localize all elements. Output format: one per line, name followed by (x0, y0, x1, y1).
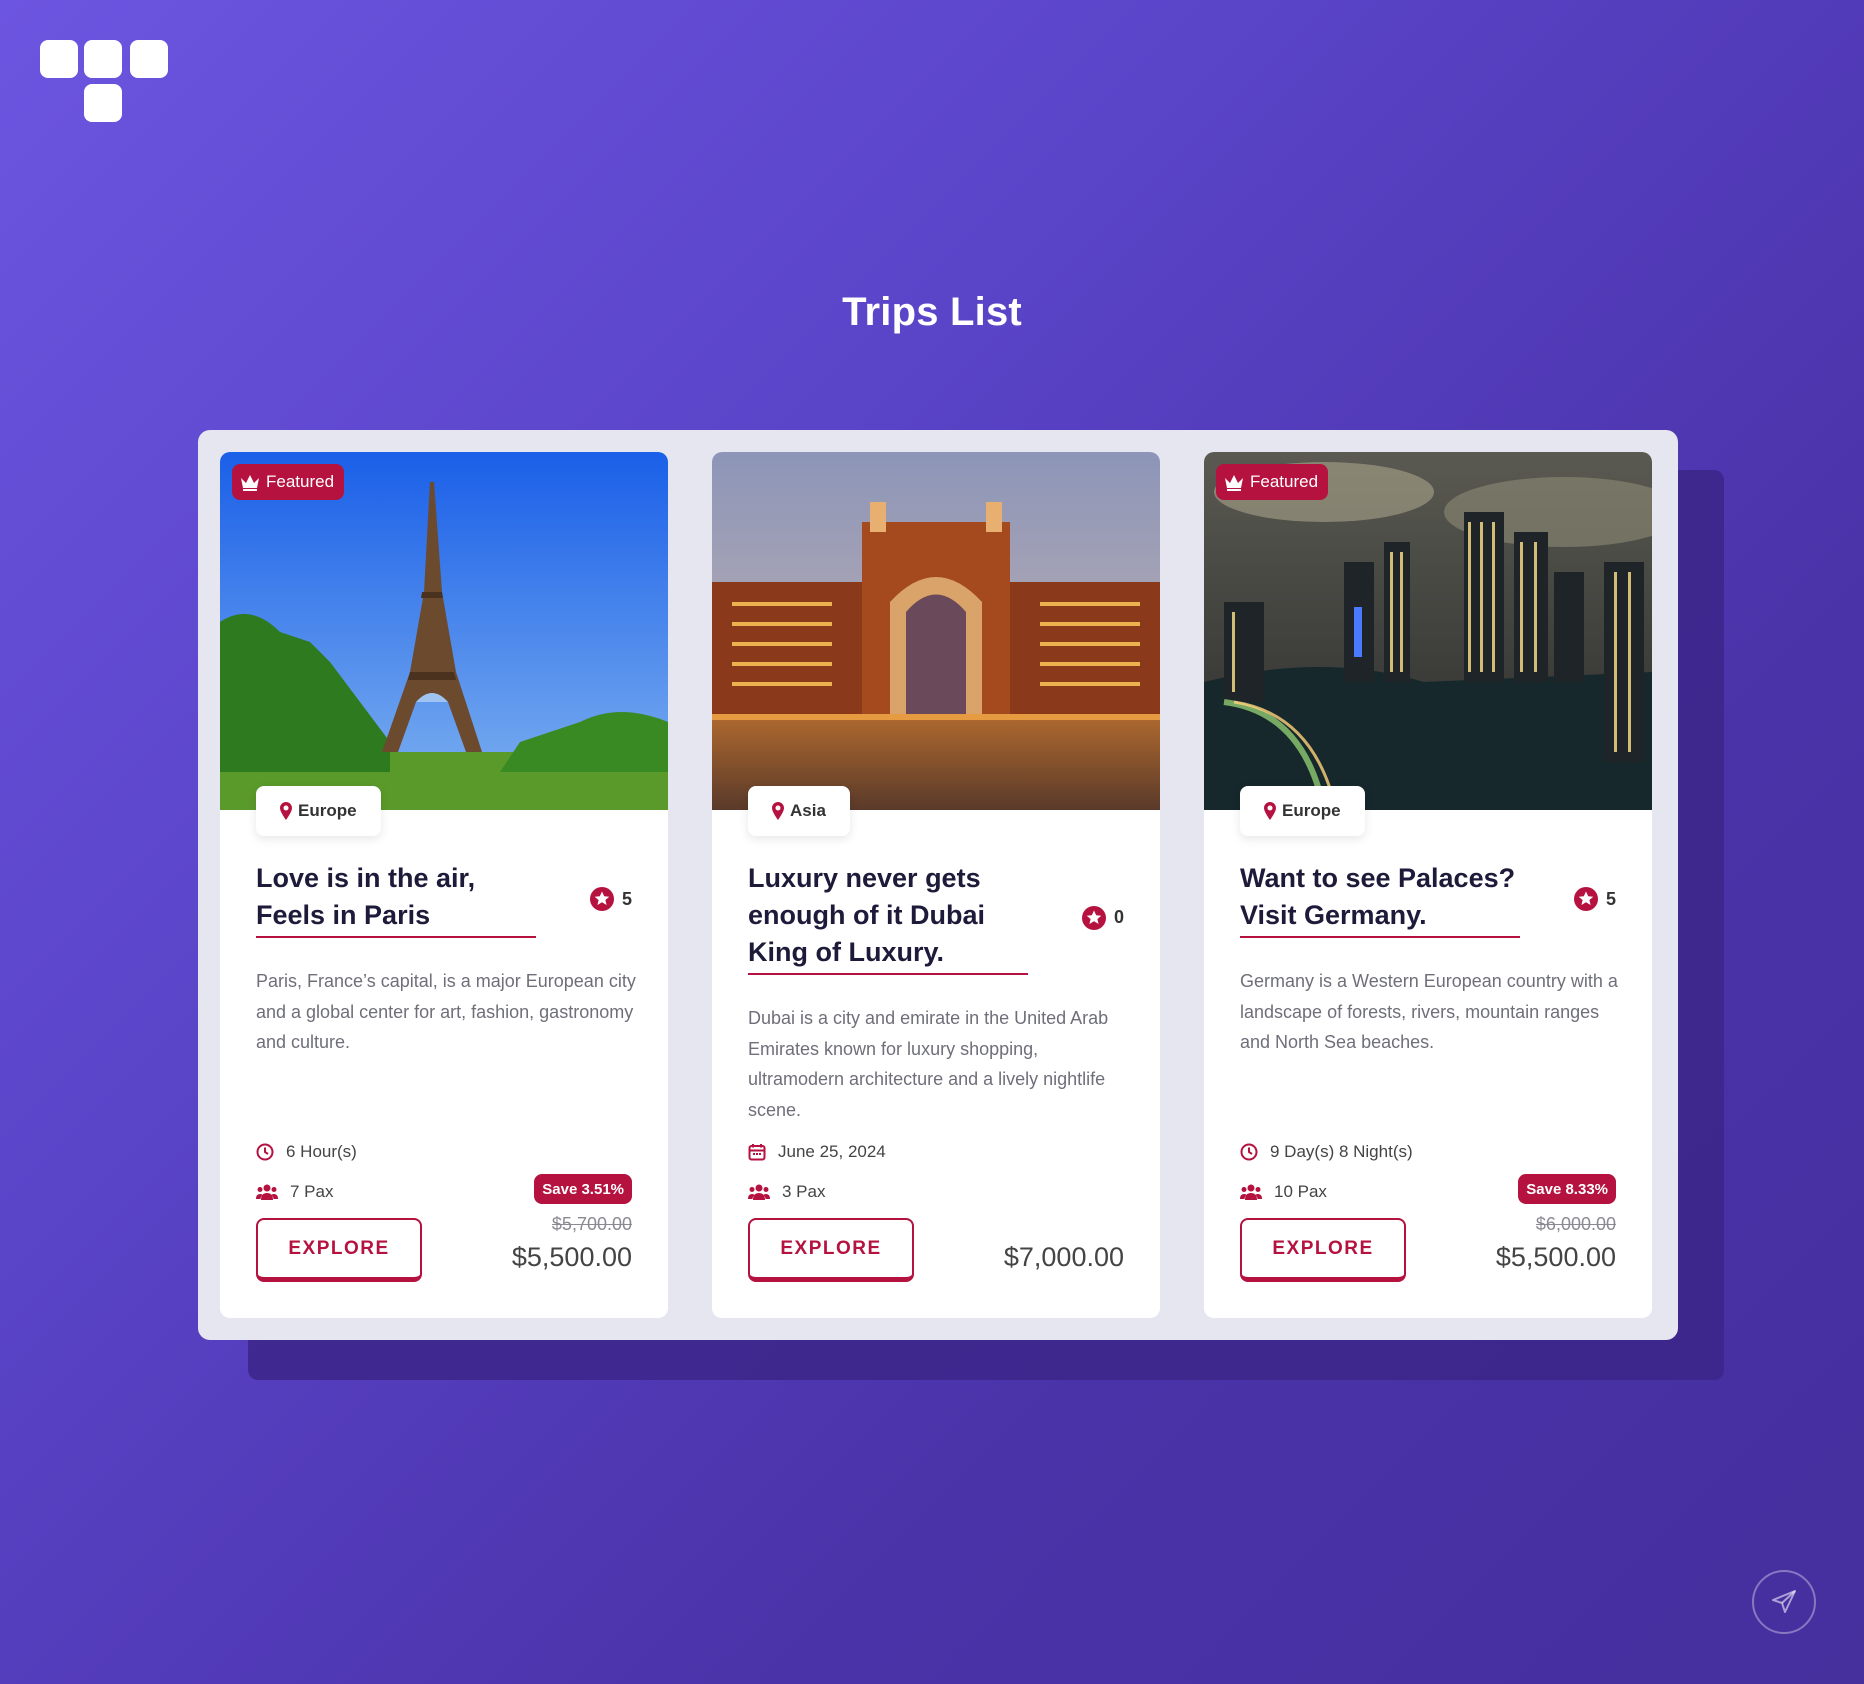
trip-date: June 25, 2024 (748, 1142, 886, 1162)
trip-image-germany[interactable] (1204, 452, 1652, 810)
save-badge: Save 3.51% (534, 1174, 632, 1204)
trip-duration: 6 Hour(s) (256, 1142, 357, 1162)
map-pin-icon (772, 802, 784, 820)
trip-pax: 7 Pax (256, 1182, 333, 1202)
send-button[interactable] (1752, 1570, 1816, 1634)
price: $5,500.00 (1495, 1242, 1616, 1272)
users-icon (748, 1184, 770, 1200)
trip-duration: 9 Day(s) 8 Night(s) (1240, 1142, 1413, 1162)
trip-description: Germany is a Western European country wi… (1240, 971, 1618, 1052)
featured-badge: Featured (1216, 464, 1329, 500)
map-pin-icon (280, 802, 292, 820)
trip-title[interactable]: Luxury never gets enough of it Dubai Kin… (748, 860, 1028, 975)
featured-label: Featured (1250, 472, 1319, 491)
location-badge[interactable]: Europe (256, 786, 381, 836)
price: $7,000.00 (1003, 1242, 1124, 1272)
trip-pax: 3 Pax (748, 1182, 825, 1202)
explore-button[interactable]: EXPLORE (256, 1218, 422, 1282)
rating-value: 5 (621, 888, 632, 909)
crown-icon (1225, 475, 1243, 491)
trip-title[interactable]: Love is in the air, Feels in Paris (256, 860, 536, 938)
explore-button[interactable]: EXPLORE (748, 1218, 914, 1282)
map-pin-icon (1264, 802, 1276, 820)
rating-value: 0 (1113, 907, 1124, 927)
calendar-icon (748, 1144, 766, 1161)
old-price: $6,000.00 (1535, 1214, 1616, 1234)
location-label: Europe (298, 801, 357, 820)
clock-icon (256, 1143, 274, 1161)
page-title: Trips List (842, 290, 1022, 334)
users-icon (256, 1184, 278, 1200)
explore-button[interactable]: EXPLORE (1240, 1218, 1406, 1282)
grid-logo-icon[interactable] (40, 40, 168, 124)
location-label: Asia (790, 801, 826, 820)
location-label: Europe (1282, 801, 1341, 820)
clock-icon (1240, 1143, 1258, 1161)
users-icon (1240, 1184, 1262, 1200)
trip-image-dubai[interactable] (712, 452, 1160, 810)
date-label: June 25, 2024 (778, 1142, 886, 1161)
featured-badge: Featured (232, 464, 345, 500)
price: $5,500.00 (511, 1242, 632, 1272)
pax-label: 10 Pax (1274, 1182, 1327, 1201)
trip-pax: 10 Pax (1240, 1182, 1327, 1202)
trip-description: Dubai is a city and emirate in the Unite… (748, 1008, 1109, 1120)
location-badge[interactable]: Asia (748, 786, 850, 836)
duration-label: 9 Day(s) 8 Night(s) (1270, 1142, 1413, 1161)
rating: 5 (1573, 887, 1616, 911)
featured-label: Featured (266, 472, 335, 491)
pax-label: 3 Pax (782, 1182, 826, 1201)
rating: 5 (589, 887, 632, 911)
star-circle-icon (1081, 905, 1106, 930)
save-badge: Save 8.33% (1518, 1174, 1616, 1204)
old-price: $5,700.00 (551, 1214, 632, 1234)
paper-plane-icon (1772, 1590, 1796, 1613)
trip-card-dubai: Asia Luxury never gets enough of it Duba… (712, 452, 1160, 1318)
trip-card-germany: Featured Europe Want to see Palaces? Vis… (1204, 452, 1652, 1318)
rating-value: 5 (1605, 888, 1616, 909)
star-circle-icon (589, 887, 614, 911)
trip-image-paris[interactable] (220, 452, 668, 810)
trip-description: Paris, France’s capital, is a major Euro… (256, 971, 636, 1052)
rating: 0 (1081, 905, 1124, 930)
location-badge[interactable]: Europe (1240, 786, 1365, 836)
pax-label: 7 Pax (290, 1182, 334, 1201)
crown-icon (241, 475, 259, 491)
star-circle-icon (1573, 887, 1598, 911)
trip-title[interactable]: Want to see Palaces? Visit Germany. (1240, 860, 1520, 938)
trips-panel: Featured Europe Love is in the air, Feel… (198, 430, 1678, 1340)
duration-label: 6 Hour(s) (286, 1142, 357, 1161)
trip-card-paris: Featured Europe Love is in the air, Feel… (220, 452, 668, 1318)
